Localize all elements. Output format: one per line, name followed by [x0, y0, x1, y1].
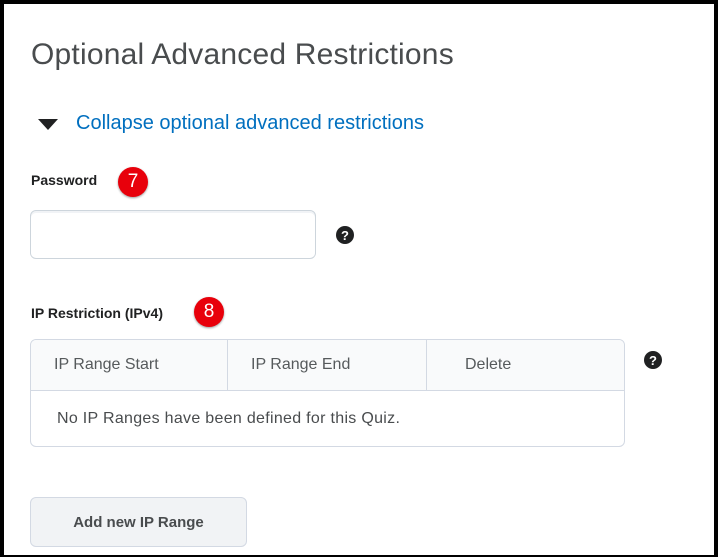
step-badge-7: 7 [118, 167, 148, 197]
table-header: IP Range Start IP Range End Delete [31, 340, 624, 391]
section-title: Optional Advanced Restrictions [31, 38, 454, 71]
password-label: Password [31, 172, 98, 188]
column-header-delete: Delete [465, 356, 512, 373]
ip-restriction-label: IP Restriction (IPv4) [31, 305, 164, 321]
column-header-ip-range-end: IP Range End [228, 340, 427, 390]
ip-ranges-table: IP Range Start IP Range End Delete No IP… [30, 339, 625, 447]
question-circle-icon[interactable]: ? [644, 351, 662, 369]
collapse-restrictions-link[interactable]: Collapse optional advanced restrictions [38, 112, 424, 135]
collapse-restrictions-label[interactable]: Collapse optional advanced restrictions [76, 112, 424, 135]
empty-table-message: No IP Ranges have been defined for this … [57, 410, 401, 427]
caret-down-icon [38, 119, 58, 130]
add-ip-range-button[interactable]: Add new IP Range [30, 497, 247, 547]
question-circle-icon[interactable]: ? [336, 226, 354, 244]
restrictions-panel: Optional Advanced Restrictions Collapse … [0, 0, 718, 557]
password-field[interactable] [30, 210, 316, 259]
column-header-ip-range-start: IP Range Start [31, 340, 228, 390]
step-badge-8: 8 [194, 297, 224, 327]
